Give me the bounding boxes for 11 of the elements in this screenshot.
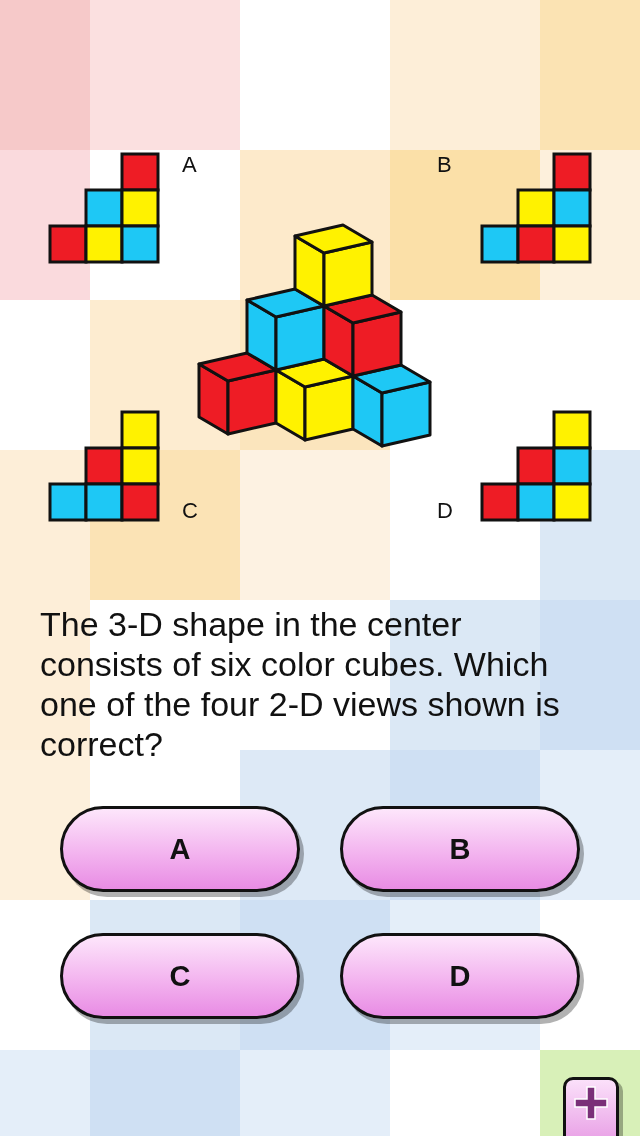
answer-button[interactable]: C: [60, 933, 300, 1019]
view-label: C: [182, 497, 198, 525]
view-label: A: [182, 151, 197, 179]
plus-icon: [574, 1086, 608, 1120]
answer-button[interactable]: B: [340, 806, 580, 892]
add-button[interactable]: [563, 1077, 619, 1136]
view-label: B: [437, 151, 452, 179]
view-label: D: [437, 497, 453, 525]
question-text: The 3-D shape in the center consists of six color cubes. Which one of the four 2-D views shown is correct?: [40, 604, 561, 764]
answer-button[interactable]: A: [60, 806, 300, 892]
answer-button[interactable]: D: [340, 933, 580, 1019]
